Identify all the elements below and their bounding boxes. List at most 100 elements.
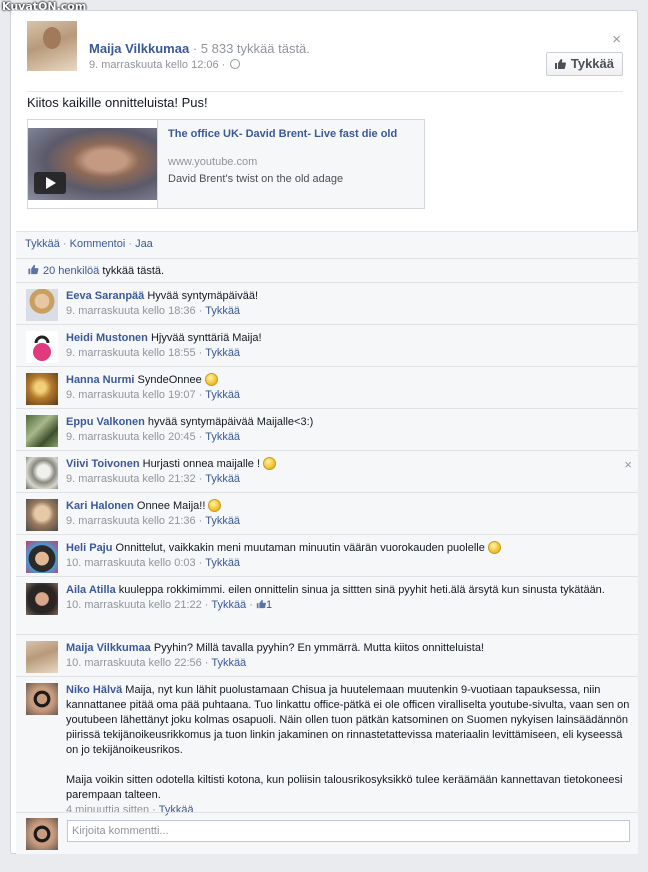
comment-time[interactable]: 9. marraskuuta kello 18:36 ·	[66, 305, 205, 317]
commenter-name[interactable]: Viivi Toivonen	[66, 458, 140, 470]
comment-like-link[interactable]: Tykkää	[211, 657, 246, 669]
comment-meta: 10. marraskuuta kello 21:22 · Tykkää · 1	[66, 599, 273, 611]
comment-body: Heidi Mustonen Hjyvää synttäriä Maija! 9…	[66, 331, 631, 361]
author-avatar[interactable]	[27, 21, 77, 71]
likes-summary: 20 henkilöä tykkää tästä.	[16, 258, 638, 282]
likes-summary-suffix: tykkää tästä.	[99, 265, 165, 277]
post-timestamp-line: 9. marraskuuta kello 12:06 ·	[89, 59, 241, 71]
comment-time[interactable]: 10. marraskuuta kello 21:22 ·	[66, 599, 211, 611]
comment-action[interactable]: Kommentoi	[70, 238, 126, 250]
close-icon[interactable]: ×	[612, 31, 621, 48]
comment-body: Hanna Nurmi SyndeOnnee 9. marraskuuta ke…	[66, 373, 631, 403]
comment-like-link[interactable]: Tykkää	[205, 305, 240, 317]
globe-icon	[230, 59, 241, 69]
comment-time[interactable]: 9. marraskuuta kello 21:32 ·	[66, 473, 205, 485]
comment-text: Hyvää syntymäpäivää!	[144, 290, 258, 302]
commenter-avatar[interactable]	[26, 641, 58, 673]
author-line: Maija Vilkkumaa · 5 833 tykkää tästä.	[89, 41, 310, 56]
comment-time[interactable]: 9. marraskuuta kello 18:55 ·	[66, 347, 205, 359]
commenter-name[interactable]: Aila Atilla	[66, 584, 116, 596]
action-separator: ·	[59, 238, 70, 250]
comment-text-paragraph: Maija voikin sitten odotella kiltisti ko…	[66, 774, 623, 801]
comment-like-link[interactable]: Tykkää	[205, 473, 240, 485]
comment-like-link[interactable]: Tykkää	[205, 431, 240, 443]
comment-input[interactable]	[67, 820, 630, 842]
link-title[interactable]: The office UK- David Brent- Live fast di…	[168, 127, 413, 141]
close-icon[interactable]: ×	[624, 457, 632, 472]
commenter-avatar[interactable]	[26, 457, 58, 489]
comment-time[interactable]: 10. marraskuuta kello 0:03 ·	[66, 557, 205, 569]
comment-text: Maija, nyt kun lähit puolustamaan Chisua…	[66, 684, 630, 756]
comment: Kari Halonen Onnee Maija!! 9. marraskuut…	[16, 492, 638, 534]
commenter-name[interactable]: Heidi Mustonen	[66, 332, 148, 344]
comment-body: Niko Hälvä Maija, nyt kun lähit puolusta…	[66, 683, 631, 818]
comment-like-link[interactable]: Tykkää	[205, 515, 240, 527]
comment-text: Hjyvää synttäriä Maija!	[147, 332, 262, 344]
video-thumbnail[interactable]	[28, 120, 158, 208]
comment-body: Eppu Valkonen hyvää syntymäpäivää Maijal…	[66, 415, 631, 445]
commenter-name[interactable]: Eppu Valkonen	[66, 416, 145, 428]
author-name[interactable]: Maija Vilkkumaa	[89, 41, 189, 56]
comment-text: Onnittelut, vaikkakin meni muutaman minu…	[112, 542, 488, 554]
comment-like-link[interactable]: Tykkää	[205, 557, 240, 569]
comment-meta: 9. marraskuuta kello 20:45 · Tykkää	[66, 431, 240, 443]
comment: Maija Vilkkumaa Pyyhin? Millä tavalla py…	[16, 634, 638, 676]
current-user-avatar	[26, 818, 58, 850]
comment-time[interactable]: 9. marraskuuta kello 21:36 ·	[66, 515, 205, 527]
comment: Niko Hälvä Maija, nyt kun lähit puolusta…	[16, 676, 638, 816]
post-card: Maija Vilkkumaa · 5 833 tykkää tästä. 9.…	[10, 10, 638, 854]
commenter-avatar[interactable]	[26, 331, 58, 363]
thumbs-up-icon	[256, 599, 266, 609]
header-divider	[27, 91, 623, 92]
commenter-name[interactable]: Maija Vilkkumaa	[66, 642, 151, 654]
commenter-name[interactable]: Heli Paju	[66, 542, 112, 554]
action-separator: ·	[125, 238, 136, 250]
comment-text: Hurjasti onnea maijalle !	[139, 458, 264, 470]
write-comment-row	[16, 812, 638, 855]
smiley-icon	[487, 541, 501, 554]
page-like-button[interactable]: Tykkää	[545, 52, 623, 76]
commenter-name[interactable]: Kari Halonen	[66, 500, 134, 512]
link-domain: www.youtube.com	[168, 156, 258, 168]
comment-body: Eeva Saranpää Hyvää syntymäpäivää! 9. ma…	[66, 289, 631, 319]
comment: Viivi Toivonen Hurjasti onnea maijalle !…	[16, 450, 638, 492]
post-timestamp[interactable]: 9. marraskuuta kello 12:06 ·	[89, 59, 228, 71]
commenter-avatar[interactable]	[26, 289, 58, 321]
comment-meta: 9. marraskuuta kello 21:32 · Tykkää	[66, 473, 240, 485]
comment-meta: 9. marraskuuta kello 18:36 · Tykkää	[66, 305, 240, 317]
comment: Hanna Nurmi SyndeOnnee 9. marraskuuta ke…	[16, 366, 638, 408]
commenter-name[interactable]: Eeva Saranpää	[66, 290, 144, 302]
share-action[interactable]: Jaa	[135, 238, 153, 250]
comment-text: Pyyhin? Millä tavalla pyyhin? En ymmärrä…	[150, 642, 484, 654]
commenter-avatar[interactable]	[26, 583, 58, 615]
smiley-icon	[204, 373, 218, 386]
comment-like-link[interactable]: Tykkää	[211, 599, 246, 611]
commenter-avatar[interactable]	[26, 373, 58, 405]
commenter-avatar[interactable]	[26, 499, 58, 531]
comment-body: Heli Paju Onnittelut, vaikkakin meni muu…	[66, 541, 631, 571]
comment-text: SyndeOnnee	[134, 374, 205, 386]
comment-body: Viivi Toivonen Hurjasti onnea maijalle !…	[66, 457, 631, 487]
comment-like-link[interactable]: Tykkää	[205, 389, 240, 401]
likes-count-link[interactable]: 20 henkilöä	[43, 265, 99, 277]
comment-time[interactable]: 9. marraskuuta kello 19:07 ·	[66, 389, 205, 401]
comment-time[interactable]: 10. marraskuuta kello 22:56 ·	[66, 657, 211, 669]
comment-meta: 9. marraskuuta kello 19:07 · Tykkää	[66, 389, 240, 401]
comment: Heli Paju Onnittelut, vaikkakin meni muu…	[16, 534, 638, 576]
post-header: Maija Vilkkumaa · 5 833 tykkää tästä. 9.…	[27, 21, 623, 83]
comment-text: kuuleppa rokkimimmi. eilen onnittelin si…	[115, 584, 605, 596]
link-preview[interactable]: The office UK- David Brent- Live fast di…	[27, 119, 425, 209]
play-icon[interactable]	[34, 172, 66, 194]
commenter-avatar[interactable]	[26, 415, 58, 447]
comment-like-link[interactable]: Tykkää	[205, 347, 240, 359]
smiley-icon	[208, 499, 222, 512]
comment-time[interactable]: 9. marraskuuta kello 20:45 ·	[66, 431, 205, 443]
like-action[interactable]: Tykkää	[25, 238, 60, 250]
commenter-avatar[interactable]	[26, 541, 58, 573]
comment-text: hyvää syntymäpäivää Maijalle<3:)	[144, 416, 314, 428]
commenter-name[interactable]: Niko Hälvä	[66, 684, 122, 696]
comment-like-count[interactable]: 1	[266, 599, 272, 611]
commenter-name[interactable]: Hanna Nurmi	[66, 374, 134, 386]
commenter-avatar[interactable]	[26, 683, 58, 715]
thumbs-up-icon	[554, 59, 566, 69]
